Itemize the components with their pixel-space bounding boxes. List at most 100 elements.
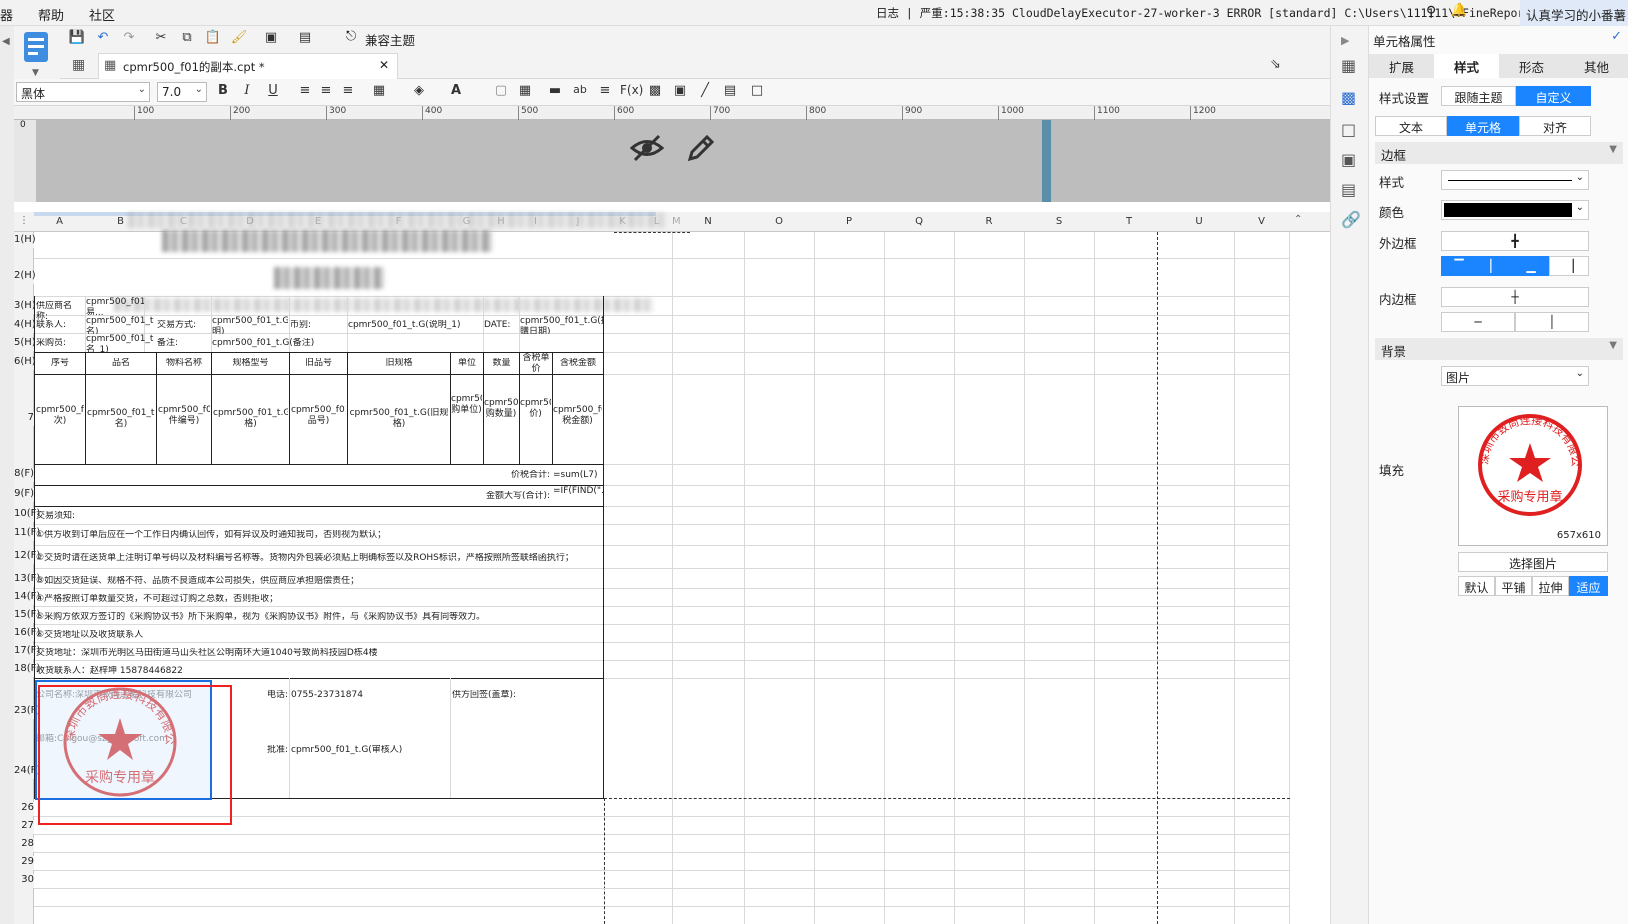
follow-theme-button[interactable]: 跟随主题 (1441, 86, 1516, 106)
tab-expand[interactable]: 扩展 (1369, 54, 1434, 78)
condition-icon[interactable]: ▤ (1341, 180, 1356, 199)
header-cell[interactable]: 旧规格 (348, 358, 450, 369)
formula-icon[interactable]: F(x) (620, 83, 643, 97)
header-cell[interactable]: 含税单价 (520, 353, 552, 373)
image-icon[interactable]: ▣ (671, 83, 689, 98)
pin-icon[interactable]: ⇘ (1270, 57, 1281, 72)
subtab-text[interactable]: 文本 (1375, 116, 1447, 136)
row-header[interactable]: 10(F) (14, 508, 40, 522)
border-left-button[interactable]: ▏ (1477, 256, 1513, 276)
note-line[interactable]: ①供方收到订单后应在一个工作日内确认回传，如有异议及时通知我司，否则视为默认； (36, 530, 596, 541)
row-header[interactable]: 15(F) (14, 609, 40, 623)
choose-image-button[interactable]: 选择图片 (1458, 552, 1608, 572)
bell-icon[interactable]: 🔔 (1451, 3, 1467, 18)
scroll-up-icon[interactable]: ⌃ (1294, 214, 1302, 225)
menu-item-help[interactable]: 帮助 (38, 5, 64, 24)
underline-icon[interactable]: U (264, 83, 282, 98)
row-header[interactable]: 26 (14, 802, 34, 816)
contact-label[interactable]: 联系人: (36, 320, 84, 331)
inner-border-preview[interactable]: ┼ (1441, 287, 1589, 307)
format-painter-icon[interactable]: 🖌 (230, 30, 248, 45)
cell-attribute-icon[interactable]: ▩ (1341, 88, 1356, 107)
redo-icon[interactable]: ↷ (120, 30, 138, 45)
tab-style[interactable]: 样式 (1434, 54, 1499, 78)
subreport-icon[interactable]: ▤ (721, 83, 739, 98)
italic-icon[interactable]: I (238, 83, 256, 98)
row-header[interactable]: 16(F) (14, 627, 40, 641)
column-header[interactable]: P (814, 212, 884, 232)
column-header[interactable]: Q (884, 212, 954, 232)
tab-form[interactable]: 形态 (1499, 54, 1564, 78)
header-cell[interactable]: 数量 (484, 358, 519, 369)
tab-other[interactable]: 其他 (1564, 54, 1628, 78)
collapse-icon[interactable]: ▼ (1609, 340, 1617, 351)
user-name-button[interactable]: 认真学习的小番薯 (1520, 0, 1628, 26)
row-header[interactable]: 8(F) (14, 468, 34, 482)
collapse-icon[interactable]: ▼ (1609, 144, 1617, 155)
header-cell[interactable]: 规格型号 (212, 358, 289, 369)
edit-check-icon[interactable]: ✓ (1611, 29, 1622, 44)
header-cell[interactable]: 物料名称 (157, 358, 211, 369)
detail-cell[interactable]: cpmr500_f01_t.G(品名) (87, 408, 155, 464)
tax-total-label[interactable]: 价税合计: (450, 470, 550, 481)
phone-cell[interactable]: 0755-23731874 (291, 690, 441, 701)
subtab-align[interactable]: 对齐 (1519, 116, 1591, 136)
close-tab-icon[interactable]: ✕ (379, 58, 389, 72)
fit-adapt-button[interactable]: 适应 (1569, 576, 1608, 596)
copy-icon[interactable]: ⧉ (178, 30, 196, 45)
background-image-preview[interactable]: 深圳市致尚连接科技有限公司 采购专用章 657x610 (1458, 406, 1608, 546)
edit-pencil-icon[interactable] (686, 133, 716, 163)
expand-arrow-icon[interactable]: ▶ (1341, 34, 1349, 47)
column-header[interactable]: U (1164, 212, 1234, 232)
date-label[interactable]: DATE: (484, 320, 518, 331)
insert-line-icon[interactable]: ▬ (546, 83, 564, 98)
row-header[interactable]: 7 (14, 412, 34, 426)
row-header[interactable]: 5(H) (14, 337, 36, 351)
header-cell[interactable]: 品名 (86, 358, 156, 369)
search-icon[interactable]: ⚲ (1426, 4, 1436, 20)
background-section-header[interactable]: 背景 ▼ (1375, 338, 1623, 360)
hide-eye-icon[interactable] (630, 133, 664, 163)
outer-border-preview[interactable]: ╋ (1441, 231, 1589, 251)
column-header[interactable]: V (1234, 212, 1289, 232)
buyer-label[interactable]: 采购员: (36, 338, 84, 349)
row-header[interactable]: 4(H) (14, 319, 36, 333)
row-header[interactable]: 28 (14, 838, 34, 852)
currency-cell[interactable]: cpmr500_f01_t.G(说明_1) (348, 320, 482, 331)
currency-label[interactable]: 币别: (290, 320, 346, 331)
template-list-toggle[interactable]: ▼ (14, 26, 60, 86)
font-size-select[interactable]: 7.0 ⌄ (157, 82, 207, 102)
note-line[interactable]: ④严格按照订单数量交货，不可超过订购之总数，否则拒收； (36, 594, 596, 605)
row-header[interactable]: 3(H) (14, 300, 36, 314)
grid-icon[interactable]: ▦ (72, 57, 85, 73)
border-top-button[interactable]: ▔ (1441, 256, 1477, 276)
left-collapse-strip[interactable]: ◀ (0, 26, 14, 924)
menu-item-tools[interactable]: 器 (0, 5, 13, 24)
detail-cell[interactable]: cpmr500_f01_t.G(单价) (520, 398, 551, 462)
detail-cell[interactable]: cpmr500_f01_t.G(规格) (213, 408, 288, 464)
bold-icon[interactable]: B (214, 83, 232, 98)
trade-cell[interactable]: cpmr500_f01_t.G(说明) (212, 316, 288, 334)
save-icon[interactable]: 💾 (68, 30, 86, 45)
collapse-arrow-icon[interactable]: ◀ (2, 36, 10, 47)
border-right-button[interactable]: ▕ (1549, 256, 1589, 276)
amount-words-formula[interactable]: =IF(FIND(".",L8) (553, 486, 603, 506)
hyperlink-icon[interactable]: 🔗 (1341, 210, 1361, 229)
border-icon[interactable]: ▦ (370, 83, 388, 98)
header-cell[interactable]: 单位 (451, 358, 483, 369)
tax-total-formula[interactable]: =sum(L7) (553, 470, 603, 481)
approve-label[interactable]: 批准: (244, 745, 288, 756)
column-header[interactable]: N (672, 212, 744, 232)
inner-horizontal-button[interactable]: ─ (1441, 312, 1515, 332)
row-header[interactable]: 17(F) (14, 645, 40, 659)
delivery-address[interactable]: 交货地址：深圳市光明区马田街道马山头社区公明南环大道1040号致尚科技园D栋4楼 (36, 648, 596, 659)
amount-words-label[interactable]: 金额大写(合计): (394, 491, 550, 502)
column-header[interactable]: R (954, 212, 1024, 232)
notes-title[interactable]: 交易须知: (36, 511, 596, 522)
column-header[interactable]: S (1024, 212, 1094, 232)
cut-icon[interactable]: ✂ (152, 30, 170, 45)
supplier-cell[interactable]: cpmr500_f01_t.G(交易... (86, 297, 144, 315)
note-line[interactable]: ⑤采购方依双方签订的《采购协议书》所下采购单，视为《采购协议书》附件，与《采购协… (36, 612, 596, 623)
detail-cell[interactable]: cpmr500_f01_t.G(采购数量) (484, 398, 518, 462)
select-all-icon[interactable]: ⋮ (14, 215, 34, 226)
